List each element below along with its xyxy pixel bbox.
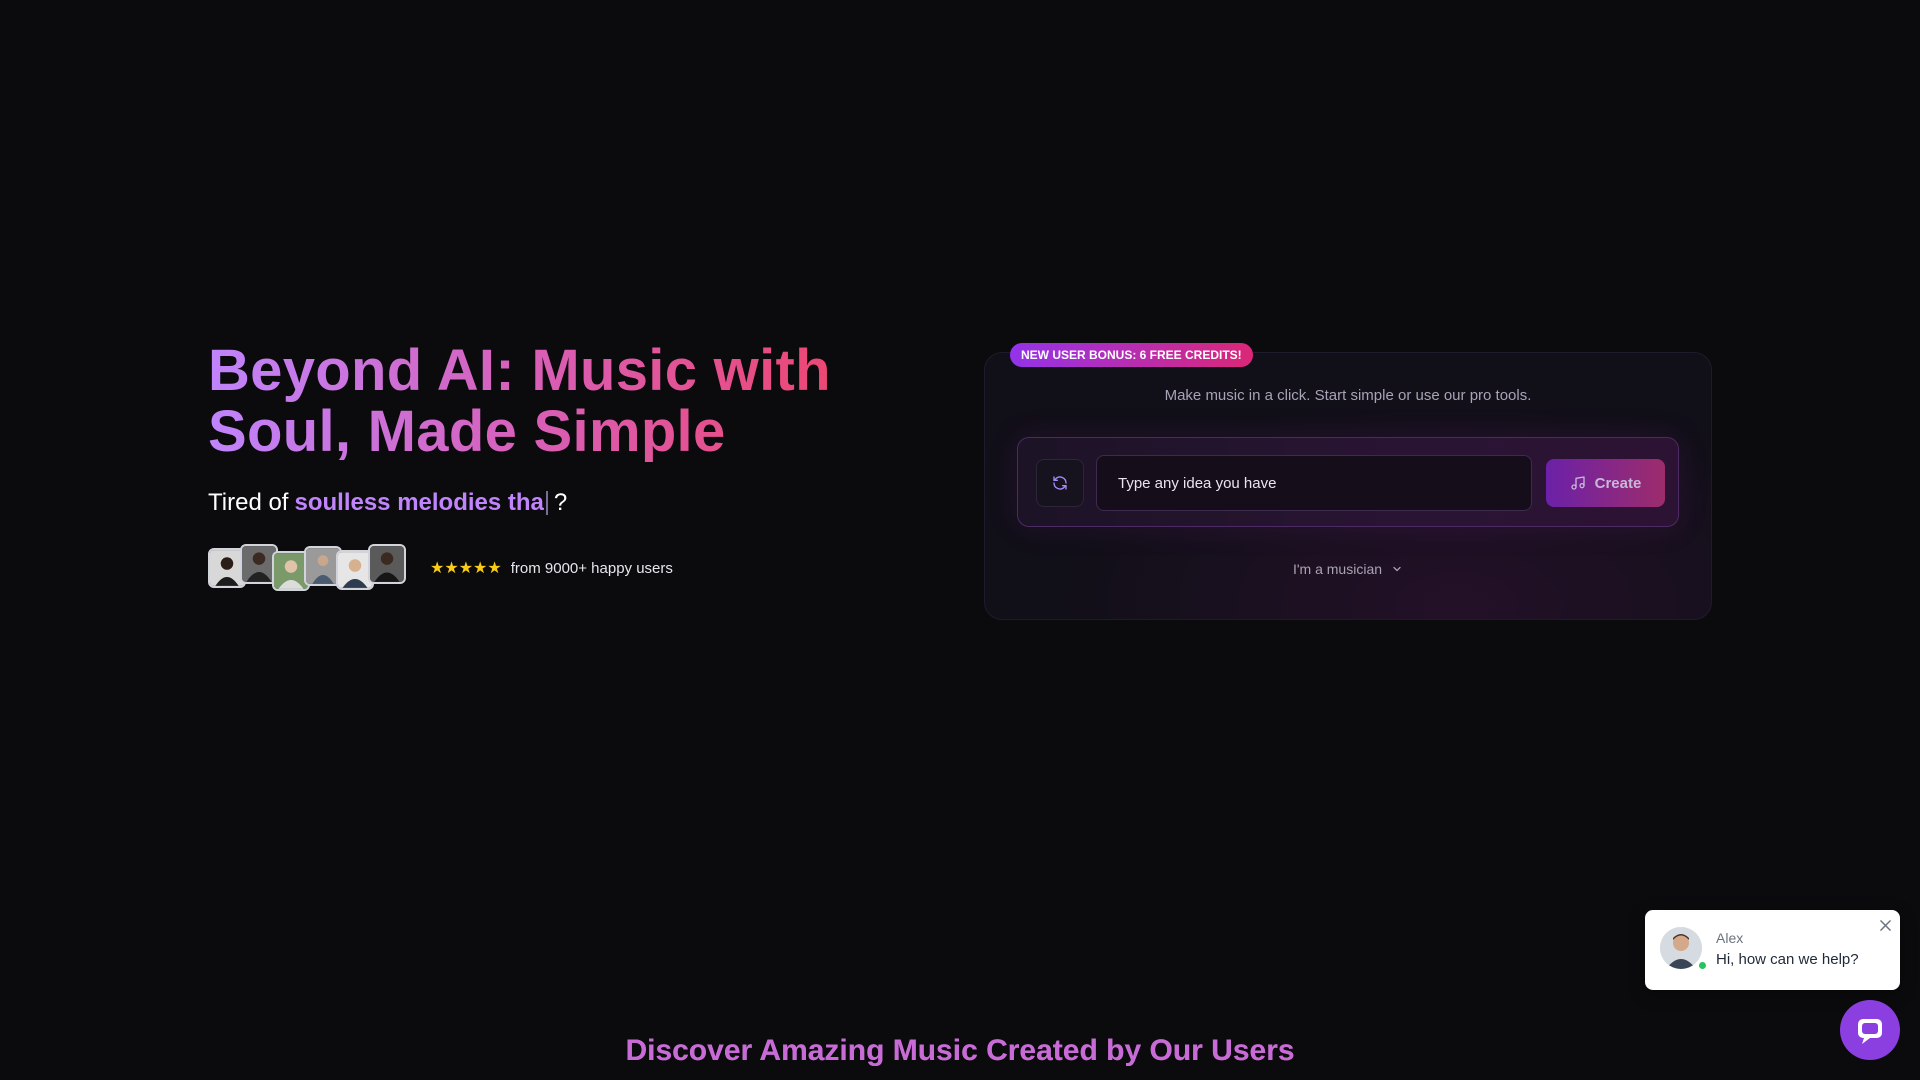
musician-mode-toggle[interactable]: I'm a musician (985, 561, 1711, 577)
hero-tagline: Tired of soulless melodies tha ? (208, 488, 928, 518)
chat-bubble-icon (1854, 1014, 1886, 1046)
agent-avatar (1660, 927, 1702, 969)
chat-launcher-button[interactable] (1840, 1000, 1900, 1060)
chat-message: Hi, how can we help? (1716, 951, 1859, 968)
online-status-dot (1697, 960, 1708, 971)
hero-title-line-1: Beyond AI: Music with (208, 338, 831, 403)
tagline-suffix: ? (553, 489, 568, 516)
idea-input[interactable] (1096, 455, 1532, 511)
prompt-box: Create (1017, 437, 1679, 527)
star-rating-icon: ★★★★★ (430, 560, 502, 577)
agent-name: Alex (1716, 930, 1744, 946)
refresh-button[interactable] (1036, 459, 1084, 507)
hero-title-line-2: Soul, Made Simple (208, 399, 726, 464)
discover-section-title: Discover Amazing Music Created by Our Us… (0, 1034, 1920, 1068)
rating-text: from 9000+ happy users (510, 559, 673, 577)
chevron-down-icon (1391, 563, 1403, 575)
close-icon (1879, 919, 1891, 931)
refresh-icon (1052, 475, 1068, 491)
user-avatars (208, 544, 408, 592)
user-avatar (368, 544, 406, 584)
create-button[interactable]: Create (1546, 459, 1665, 507)
rating: ★★★★★ from 9000+ happy users (430, 558, 673, 578)
hero-section: Beyond AI: Music with Soul, Made Simple … (208, 340, 928, 592)
tagline-highlight: soulless melodies tha (294, 489, 544, 516)
social-proof: ★★★★★ from 9000+ happy users (208, 544, 928, 592)
page: Beyond AI: Music with Soul, Made Simple … (0, 0, 1920, 1080)
music-note-icon (1570, 475, 1586, 491)
chat-popup[interactable]: Alex Hi, how can we help? (1645, 910, 1900, 990)
new-user-bonus-badge: NEW USER BONUS: 6 FREE CREDITS! (1010, 343, 1253, 367)
create-button-label: Create (1594, 474, 1642, 492)
create-card: NEW USER BONUS: 6 FREE CREDITS! Make mus… (984, 343, 1712, 620)
card-subtitle: Make music in a click. Start simple or u… (1164, 387, 1532, 404)
musician-toggle-label: I'm a musician (1292, 561, 1383, 577)
tagline-prefix: Tired of (208, 489, 289, 516)
close-button[interactable] (1878, 918, 1892, 932)
typing-cursor (545, 491, 548, 515)
hero-title: Beyond AI: Music with Soul, Made Simple (208, 340, 928, 462)
